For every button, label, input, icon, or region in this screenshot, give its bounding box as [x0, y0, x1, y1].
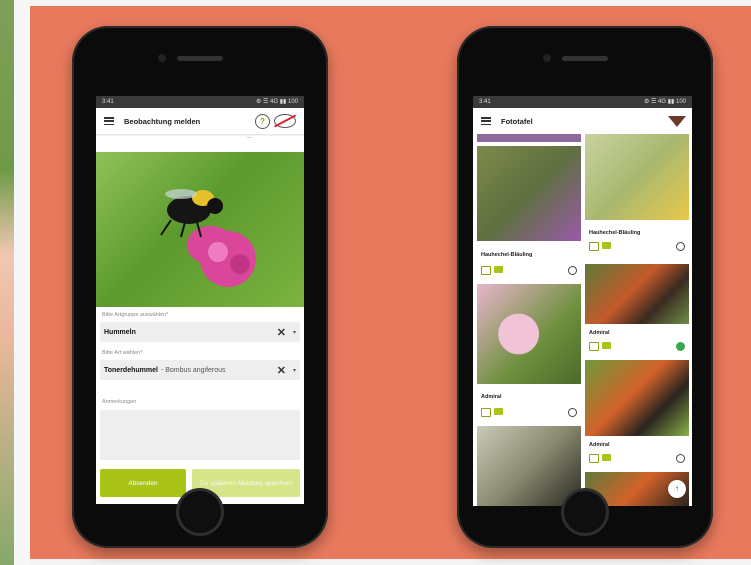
gallery-tile[interactable]: Admiral — [477, 284, 581, 422]
home-button[interactable] — [561, 488, 609, 536]
select-circle-icon[interactable] — [676, 242, 685, 251]
butterfly-image — [585, 264, 689, 324]
tile-caption: Hauhechel-Bläuling — [589, 230, 641, 236]
scroll-up-icon[interactable]: ↑ — [668, 480, 686, 498]
tile-actions — [481, 408, 503, 417]
gallery-icon[interactable] — [494, 408, 503, 415]
select-circle-icon[interactable] — [568, 408, 577, 417]
chevron-down-icon[interactable]: ▾ — [293, 367, 296, 374]
tile-actions — [589, 342, 611, 351]
thumbs-up-icon[interactable] — [481, 408, 491, 417]
status-bar: 3:41 ⚙ ☰ 4G ▮▮ 100 — [473, 96, 692, 108]
front-camera — [543, 54, 551, 62]
group-value: Hummeln — [104, 328, 136, 336]
notes-label: Anmerkungen — [102, 399, 137, 405]
page-title: Fototafel — [501, 116, 533, 126]
send-button[interactable]: Absenden — [100, 469, 186, 497]
gallery-tile[interactable]: Hauhechel-Bläuling — [585, 134, 689, 260]
species-select[interactable]: Tonerdehummel - Bombus angiferous ✕ ▾ — [100, 360, 300, 380]
menu-icon[interactable] — [104, 117, 114, 125]
photo-gallery[interactable]: Hauhechel-Bläuling Admiral Hauhechel-Blä… — [473, 134, 692, 506]
menu-icon[interactable] — [481, 117, 491, 125]
gallery-tile[interactable]: Hauhechel-Bläuling — [477, 146, 581, 281]
butterfly-image — [477, 284, 581, 384]
gap — [14, 0, 30, 565]
hidden-eye-icon[interactable] — [274, 114, 296, 128]
notes-textarea[interactable] — [100, 410, 300, 460]
butterfly-image — [585, 360, 689, 436]
group-label: Bitte Artgruppe auswählen* — [102, 312, 169, 318]
butterfly-image — [477, 426, 581, 506]
top-hint: — — [247, 135, 252, 141]
side-photo-strip — [0, 0, 14, 565]
check-circle-icon[interactable] — [676, 342, 685, 351]
tile-caption: Admiral — [589, 330, 610, 336]
butterfly-image — [585, 134, 689, 220]
speaker — [177, 56, 223, 61]
status-icons: ⚙ ☰ 4G ▮▮ 100 — [255, 99, 298, 105]
thumbs-up-icon[interactable] — [589, 342, 599, 351]
tile-actions — [589, 242, 611, 251]
clover-flower-image — [200, 231, 256, 287]
observation-photo[interactable] — [96, 152, 304, 307]
tile-actions — [589, 454, 611, 463]
help-icon[interactable]: ? — [255, 114, 270, 129]
screen: 3:41 ⚙ ☰ 4G ▮▮ 100 Beobachtung melden ? … — [96, 96, 304, 504]
status-time: 3:41 — [479, 99, 491, 105]
tile-caption: Hauhechel-Bläuling — [481, 252, 533, 258]
gallery-tile[interactable]: Admiral — [585, 360, 689, 468]
tile-actions — [481, 266, 503, 275]
gallery-icon[interactable] — [602, 242, 611, 249]
select-circle-icon[interactable] — [676, 454, 685, 463]
select-circle-icon[interactable] — [568, 266, 577, 275]
status-bar: 3:41 ⚙ ☰ 4G ▮▮ 100 — [96, 96, 304, 108]
phone-photo-board: 3:41 ⚙ ☰ 4G ▮▮ 100 Fototafel Hauhechel-B… — [457, 26, 713, 548]
gallery-tile-partial[interactable] — [477, 134, 581, 142]
front-camera — [158, 54, 166, 62]
gallery-icon[interactable] — [602, 454, 611, 461]
species-value: Tonerdehummel — [104, 366, 158, 374]
page-title: Beobachtung melden — [124, 116, 201, 126]
group-select[interactable]: Hummeln ✕ ▾ — [100, 322, 300, 342]
tile-caption: Admiral — [589, 442, 610, 448]
phone-report-observation: 3:41 ⚙ ☰ 4G ▮▮ 100 Beobachtung melden ? … — [72, 26, 328, 548]
app-bar: Beobachtung melden ? — [96, 108, 304, 134]
thumbs-up-icon[interactable] — [589, 454, 599, 463]
gallery-tile[interactable] — [477, 426, 581, 506]
filter-icon[interactable] — [668, 116, 686, 127]
species-label: Bitte Art wählen* — [102, 350, 143, 356]
status-icons: ⚙ ☰ 4G ▮▮ 100 — [643, 99, 686, 105]
gallery-icon[interactable] — [602, 342, 611, 349]
home-button[interactable] — [176, 488, 224, 536]
tile-caption: Admiral — [481, 394, 502, 400]
gallery-icon[interactable] — [494, 266, 503, 273]
app-bar: Fototafel — [473, 108, 692, 134]
clear-icon[interactable]: ✕ — [277, 326, 286, 339]
screen: 3:41 ⚙ ☰ 4G ▮▮ 100 Fototafel Hauhechel-B… — [473, 96, 692, 506]
thumbs-up-icon[interactable] — [589, 242, 599, 251]
speaker — [562, 56, 608, 61]
butterfly-image — [477, 146, 581, 241]
gallery-tile[interactable]: Admiral — [585, 264, 689, 356]
status-time: 3:41 — [102, 99, 114, 105]
clear-icon[interactable]: ✕ — [277, 364, 286, 377]
chevron-down-icon[interactable]: ▾ — [293, 329, 296, 336]
thumbs-up-icon[interactable] — [481, 266, 491, 275]
species-latin: - Bombus angiferous — [160, 366, 226, 374]
